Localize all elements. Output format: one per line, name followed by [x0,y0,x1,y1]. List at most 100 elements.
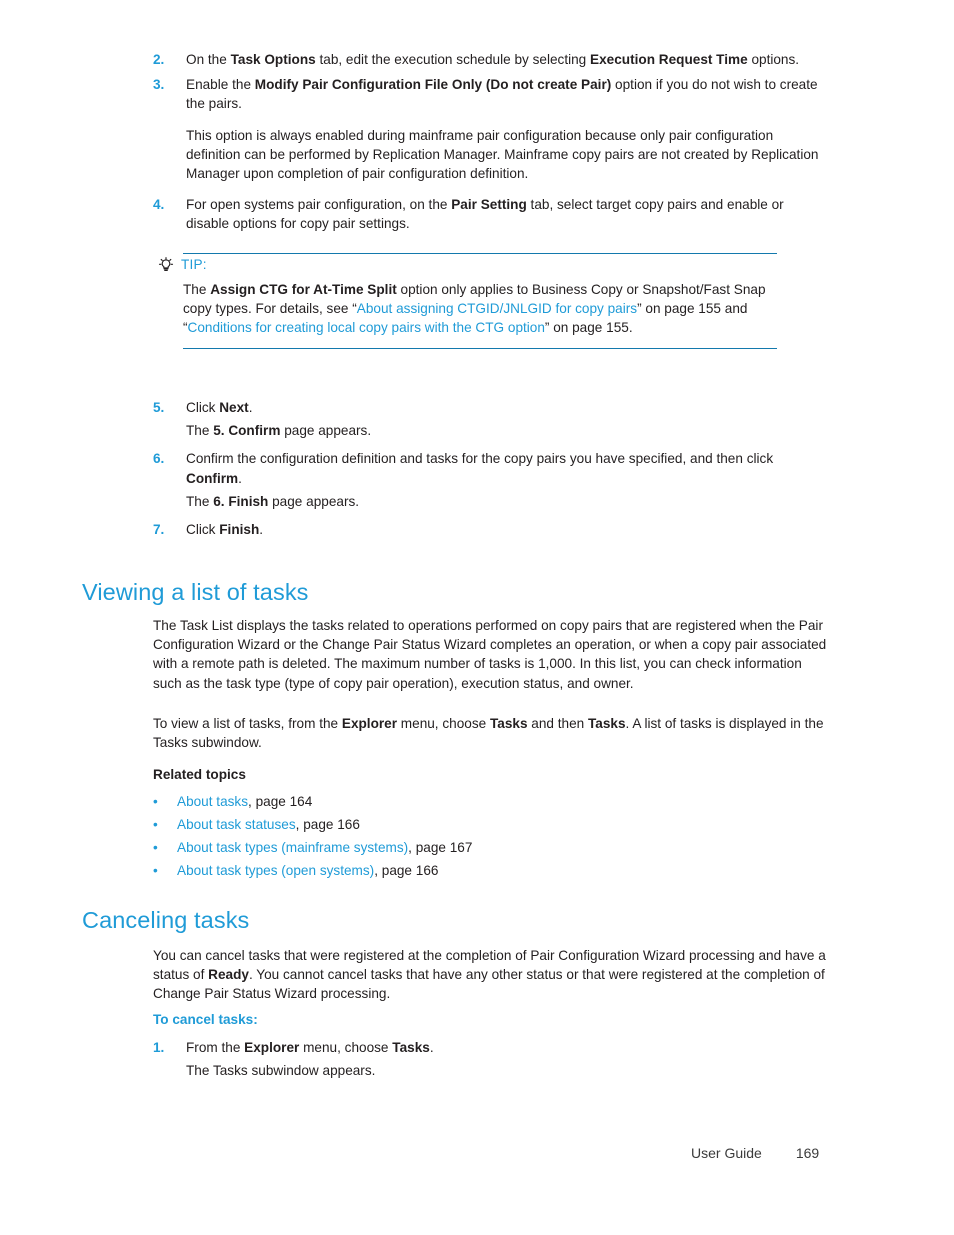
emphasis-text: Explorer [341,716,398,731]
document-page: 2. On the Task Options tab, edit the exe… [0,0,954,1235]
text-run: . You cannot cancel tasks that have any … [153,967,825,1002]
text-run: . [248,400,253,415]
list-item-text[interactable]: About task statuses, page 166 [177,813,360,836]
step-text: Confirm the configuration definition and… [186,449,828,487]
cross-reference-link[interactable]: About assigning CTGID/JNLGID for copy pa… [357,301,637,316]
step-number: 2. [153,52,165,67]
emphasis-text: Finish [219,522,260,538]
emphasis-text: Ready [208,967,249,983]
step-item: 5. Click Next. [153,398,828,417]
viewing-paragraph-1: The Task List displays the tasks related… [153,618,827,691]
related-topics-heading: Related topics [153,767,246,782]
canceling-paragraph: You can cancel tasks that were registere… [153,946,831,1004]
steps-bottom-list: 5. Click Next. The 5. Confirm page appea… [153,398,828,545]
text-run: tab, edit the execution schedule by sele… [315,52,591,67]
emphasis-text: Next [219,400,249,415]
bullet-icon: • [153,794,158,809]
tip-header: TIP: [157,256,777,274]
text-run: The [186,423,214,439]
text-run: Click [186,522,220,538]
text-run: . [238,470,242,486]
related-topics-list: • About tasks, page 164 • About task sta… [153,790,828,882]
bullet-icon: • [153,840,158,855]
procedure-heading-to-cancel-tasks: To cancel tasks: [153,1012,258,1027]
related-topic-page: , page 166 [374,863,439,878]
emphasis-text: Execution Request Time [590,52,748,67]
step-text: Enable the Modify Pair Configuration Fil… [186,75,828,113]
step-number: 7. [153,522,165,538]
emphasis-text: Assign CTG for At-Time Split [210,282,397,297]
related-topic-page: , page 166 [295,817,360,832]
text-run: Click [186,400,220,415]
emphasis-text: 6. Finish [213,493,269,509]
section-heading-canceling-tasks: Canceling tasks [82,907,250,933]
related-topic-link[interactable]: About tasks [177,794,248,809]
step-item: 1. From the Explorer menu, choose Tasks. [153,1038,828,1057]
text-run: On the [186,52,231,67]
footer-label: User Guide [691,1145,762,1161]
step-text: Click Next. [186,398,828,417]
list-item[interactable]: • About task statuses, page 166 [153,813,828,836]
bullet-icon: • [153,817,158,832]
viewing-paragraph-2: To view a list of tasks, from the Explor… [153,714,828,752]
step-item: 3. Enable the Modify Pair Configuration … [153,75,828,113]
text-run: and then [527,716,588,731]
step-item: 6. Confirm the configuration definition … [153,449,828,487]
text-run: Confirm the configuration definition and… [186,451,774,467]
page-footer: User Guide 169 [691,1145,819,1161]
step-number: 1. [153,1040,165,1055]
step-text: Click Finish. [186,520,828,539]
text-run: ” on page 155. [544,320,633,336]
tip-label: TIP: [181,257,207,272]
emphasis-text: Confirm [186,470,239,486]
cross-reference-link[interactable]: Conditions for creating local copy pairs… [188,320,545,335]
list-item-text[interactable]: About tasks, page 164 [177,790,312,813]
related-topic-link[interactable]: About task statuses [177,817,296,832]
related-topic-link[interactable]: About task types (open systems) [177,863,374,878]
steps-top-list: 2. On the Task Options tab, edit the exe… [153,50,828,240]
text-run: The [183,282,211,297]
list-item-text[interactable]: About task types (open systems), page 16… [177,859,438,882]
footer-page-number: 169 [795,1145,820,1161]
step-follow-text: The Tasks subwindow appears. [186,1061,828,1080]
emphasis-text: Task Options [230,52,316,67]
list-item[interactable]: • About tasks, page 164 [153,790,828,813]
text-run: menu, choose [397,716,490,731]
text-run: menu, choose [299,1040,393,1055]
step-number: 3. [153,77,165,93]
text-run: The Tasks subwindow appears. [186,1063,376,1079]
list-item[interactable]: • About task types (open systems), page … [153,859,828,882]
step-item: 7. Click Finish. [153,520,828,539]
step-follow-text: The 5. Confirm page appears. [186,421,828,440]
emphasis-text: Tasks [392,1040,430,1055]
text-run: For open systems pair configuration, on … [186,197,452,213]
text-run: . [429,1040,434,1055]
text-run: The [186,493,214,509]
step-item: 4. For open systems pair configuration, … [153,195,828,233]
related-topic-page: , page 164 [248,794,313,809]
step-follow-text: The 6. Finish page appears. [186,492,828,511]
canceling-steps-list: 1. From the Explorer menu, choose Tasks.… [153,1038,828,1086]
bullet-icon: • [153,863,158,878]
emphasis-text: Pair Setting [451,197,527,213]
emphasis-text: Tasks [588,716,626,731]
lightbulb-icon [158,257,174,272]
tip-bottom-rule [183,347,777,349]
tip-top-rule [183,253,777,254]
text-run: To view a list of tasks, from the [153,716,342,731]
step-number: 6. [153,451,165,467]
emphasis-text: Tasks [489,716,528,731]
emphasis-text: 5. Confirm [213,423,281,439]
step-text: On the Task Options tab, edit the execut… [186,50,828,69]
text-run: page appears. [268,493,360,509]
step-number: 5. [153,400,165,415]
tip-admonition: TIP: The Assign CTG for At-Time Split op… [158,253,777,349]
text-run: page appears. [280,423,372,439]
tip-text: The Assign CTG for At-Time Split option … [183,280,777,338]
related-topic-page: , page 167 [408,840,473,855]
related-topic-link[interactable]: About task types (mainframe systems) [177,840,408,855]
list-item-text[interactable]: About task types (mainframe systems), pa… [177,836,472,859]
list-item[interactable]: • About task types (mainframe systems), … [153,836,828,859]
text-run: . [259,522,264,538]
text-run: options. [747,52,800,67]
